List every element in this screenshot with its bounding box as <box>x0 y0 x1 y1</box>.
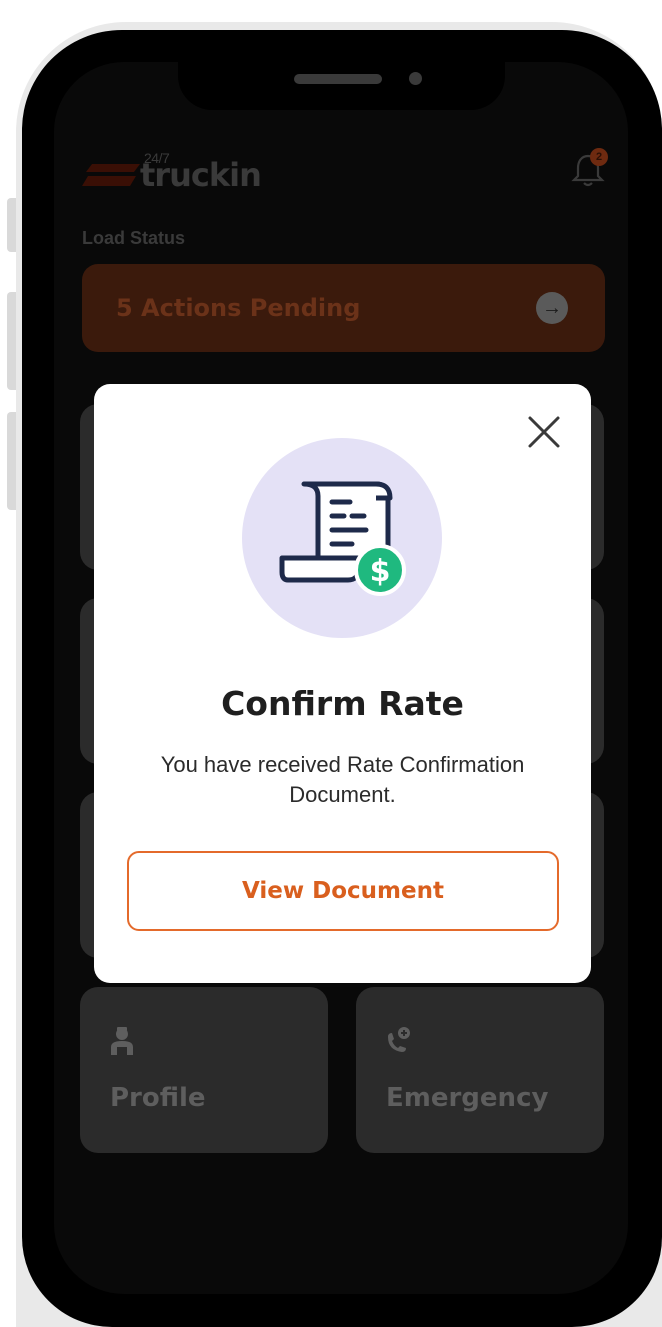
driver-icon <box>111 1027 133 1055</box>
actions-pending-banner[interactable]: 5 Actions Pending → <box>82 264 605 352</box>
svg-text:$: $ <box>370 554 391 589</box>
illustration-circle: $ <box>242 438 442 638</box>
app-logo: 24/7 truckin <box>82 150 272 194</box>
device-notch <box>178 62 505 110</box>
notification-badge: 2 <box>590 148 608 166</box>
device-frame: 24/7 truckin 2 Load Status 5 Actions Pen… <box>0 0 662 1327</box>
load-status-label: Load Status <box>82 228 186 248</box>
actions-pending-text: 5 Actions Pending <box>116 294 361 322</box>
device-speaker <box>294 74 382 84</box>
arrow-right-icon: → <box>536 292 568 324</box>
device-camera <box>409 72 422 85</box>
view-document-button[interactable]: View Document <box>127 851 559 931</box>
close-icon[interactable] <box>522 410 566 454</box>
dialog-message: You have received Rate Confirmation Docu… <box>160 752 525 807</box>
confirm-rate-dialog: $ Confirm Rate You have received Rate Co… <box>94 384 591 983</box>
tile-emergency[interactable]: Emergency <box>356 987 604 1153</box>
phone-plus-icon <box>388 1027 410 1052</box>
tile-emergency-label: Emergency <box>386 1083 549 1113</box>
truck-logo-icon <box>82 164 140 186</box>
receipt-dollar-icon: $ <box>279 481 406 596</box>
logo-text: truckin <box>140 156 262 194</box>
tile-profile-label: Profile <box>110 1083 206 1113</box>
dialog-title: Confirm Rate <box>221 684 464 723</box>
tile-profile[interactable]: Profile <box>80 987 328 1153</box>
